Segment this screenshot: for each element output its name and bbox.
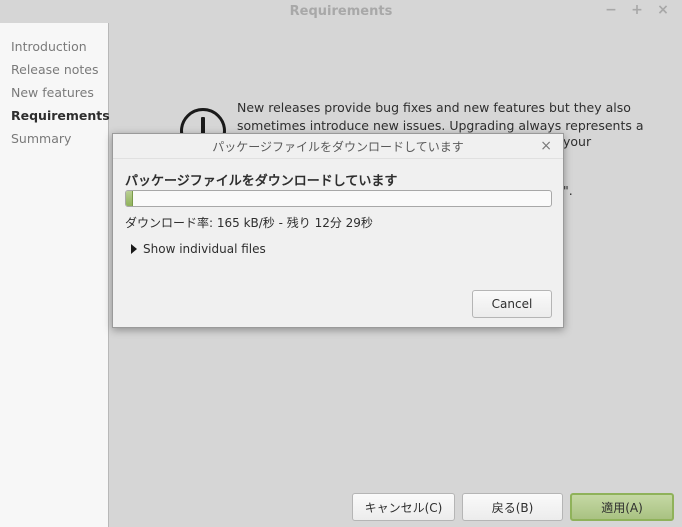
sidebar-item-requirements[interactable]: Requirements bbox=[0, 104, 110, 127]
window-controls: − + × bbox=[604, 2, 670, 18]
expander-label[interactable]: Show individual files bbox=[143, 242, 266, 256]
apply-button[interactable]: 適用(A) bbox=[570, 493, 674, 521]
sidebar-item-introduction[interactable]: Introduction bbox=[0, 35, 108, 58]
close-window-button[interactable]: × bbox=[656, 2, 670, 18]
info-fragment: your bbox=[563, 134, 592, 149]
window-title: Requirements bbox=[289, 4, 393, 19]
maximize-button[interactable]: + bbox=[630, 2, 644, 18]
download-status: ダウンロード率: 165 kB/秒 - 残り 12分 29秒 bbox=[125, 216, 373, 230]
dialog-close-icon[interactable]: × bbox=[540, 138, 552, 154]
dialog-title: パッケージファイルをダウンロードしています bbox=[212, 139, 464, 154]
download-progress-bar bbox=[125, 190, 552, 207]
show-files-expander[interactable]: Show individual files bbox=[131, 242, 266, 256]
sidebar: Introduction Release notes New features … bbox=[0, 23, 110, 527]
cancel-button[interactable]: キャンセル(C) bbox=[352, 493, 455, 521]
minimize-button[interactable]: − bbox=[604, 2, 618, 18]
back-button[interactable]: 戻る(B) bbox=[462, 493, 563, 521]
sidebar-item-summary[interactable]: Summary bbox=[0, 127, 108, 150]
dialog-heading: パッケージファイルをダウンロードしています bbox=[125, 174, 398, 189]
info-text: New releases provide bug fixes and new f… bbox=[237, 99, 644, 135]
dialog-title-bar: パッケージファイルをダウンロードしています × bbox=[113, 134, 563, 159]
info-fragment-end: ". bbox=[563, 183, 573, 198]
sidebar-item-release-notes[interactable]: Release notes bbox=[0, 58, 108, 81]
dialog-cancel-button[interactable]: Cancel bbox=[472, 290, 552, 318]
info-line-1: New releases provide bug fixes and new f… bbox=[237, 100, 631, 115]
download-dialog: パッケージファイルをダウンロードしています × パッケージファイルをダウンロード… bbox=[112, 133, 564, 328]
expander-arrow-icon[interactable] bbox=[131, 244, 137, 254]
sidebar-item-new-features[interactable]: New features bbox=[0, 81, 108, 104]
title-bar: Requirements − + × bbox=[0, 0, 682, 23]
progress-fill bbox=[126, 191, 134, 206]
